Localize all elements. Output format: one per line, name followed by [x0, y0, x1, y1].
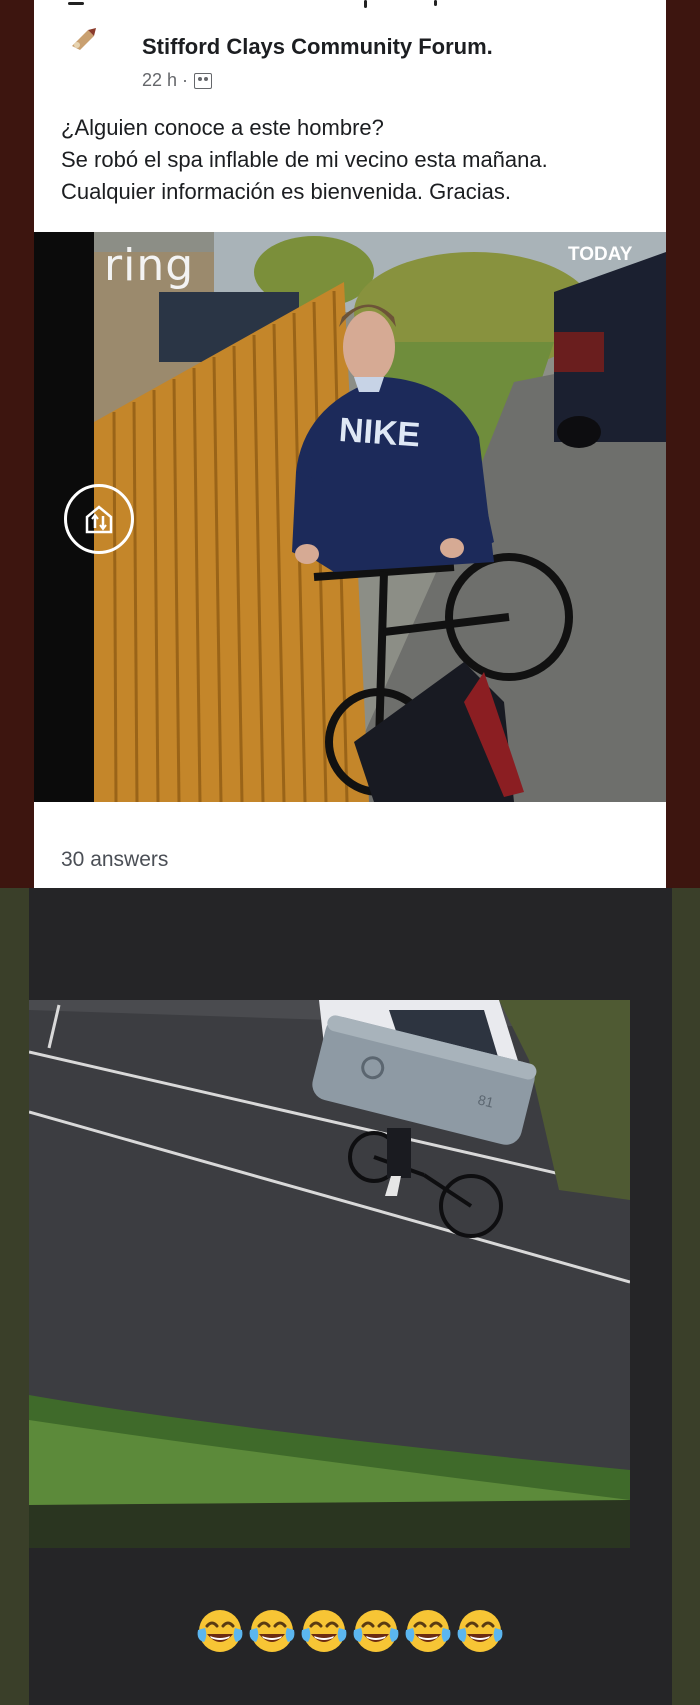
answers-count-link[interactable]: 30 answers	[61, 848, 168, 872]
group-privacy-icon	[194, 72, 213, 89]
home-icon[interactable]	[64, 484, 134, 554]
post-body: ¿Alguien conoce a este hombre? Se robó e…	[61, 112, 661, 208]
tears-of-joy-emoji-icon	[299, 1606, 349, 1656]
ring-camera-photo[interactable]: NIKE ring TODAY	[34, 232, 666, 802]
today-label: TODAY	[568, 244, 633, 265]
post-time[interactable]: 22 h ·	[142, 70, 188, 91]
post-meta: 22 h ·	[142, 70, 213, 91]
facebook-post-panel: Stifford Clays Community Forum. 22 h · ¿…	[0, 0, 700, 888]
group-name-link[interactable]: Stifford Clays Community Forum.	[142, 34, 493, 60]
hoodie-logo-text: NIKE	[338, 411, 422, 455]
cctv-photo[interactable]: 81	[29, 1000, 630, 1548]
tears-of-joy-emoji-icon	[455, 1606, 505, 1656]
tears-of-joy-emoji-icon	[351, 1606, 401, 1656]
laughing-emoji-row	[0, 1606, 700, 1656]
tears-of-joy-emoji-icon	[195, 1606, 245, 1656]
group-avatar-icon[interactable]	[68, 24, 98, 54]
post-text-line: Se robó el spa inflable de mi vecino est…	[61, 147, 548, 172]
ring-brand-logo: ring	[104, 240, 195, 291]
tears-of-joy-emoji-icon	[247, 1606, 297, 1656]
post-text-line: ¿Alguien conoce a este hombre?	[61, 115, 384, 140]
cropped-top-bar	[34, 0, 666, 8]
tears-of-joy-emoji-icon	[403, 1606, 453, 1656]
post-text-line: Cualquier información es bienvenida. Gra…	[61, 179, 512, 204]
